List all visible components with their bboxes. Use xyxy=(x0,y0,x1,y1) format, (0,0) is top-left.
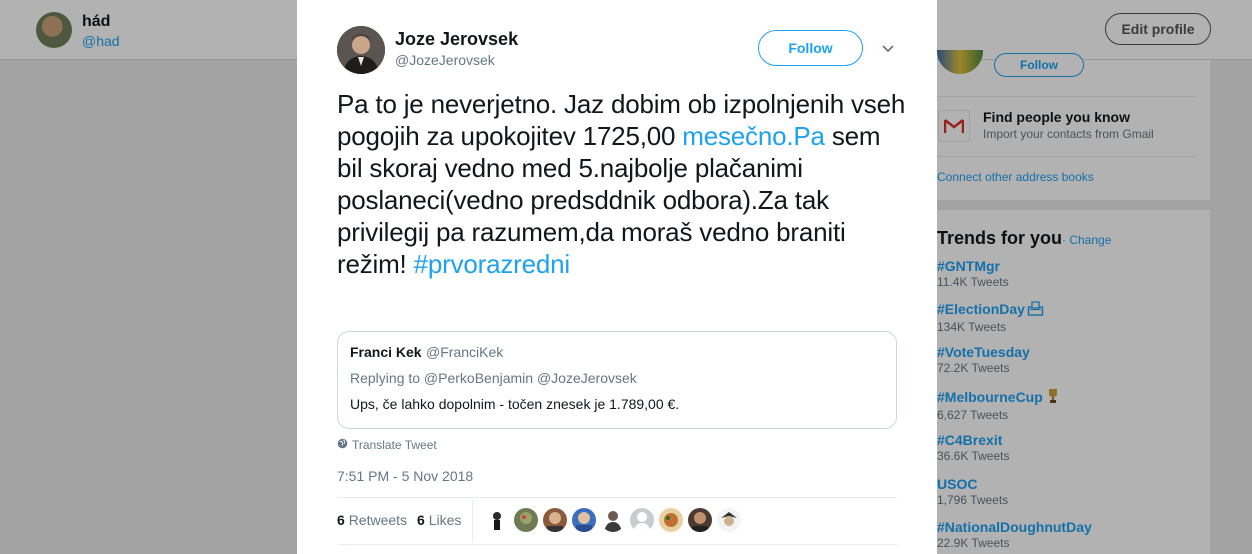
replying-to: Replying to @PerkoBenjamin @JozeJerovsek xyxy=(350,370,637,386)
quoted-text: Ups, če lahko dopolnim - točen znesek je… xyxy=(350,396,680,412)
author-avatar[interactable] xyxy=(337,26,385,74)
quoted-author-name: Franci Kek xyxy=(350,344,422,360)
retweets-count[interactable]: 6 Retweets xyxy=(337,512,407,528)
hashtag-link[interactable]: #prvorazredni xyxy=(414,249,571,279)
likers-avatars xyxy=(485,508,741,532)
tweet-timestamp[interactable]: 7:51 PM - 5 Nov 2018 xyxy=(337,468,473,484)
quoted-tweet[interactable]: Franci Kek @FranciKek Replying to @Perko… xyxy=(337,331,897,429)
liker-avatar[interactable] xyxy=(688,508,712,532)
follow-button[interactable]: Follow xyxy=(758,30,863,66)
quoted-author-handle: @FranciKek xyxy=(426,344,504,360)
divider xyxy=(337,497,897,498)
liker-avatar[interactable] xyxy=(514,508,538,532)
divider xyxy=(337,544,897,545)
quoted-author: Franci Kek @FranciKek xyxy=(350,344,884,362)
chevron-down-icon[interactable] xyxy=(881,41,895,55)
tweet-text: Pa to je neverjetno. Jaz dobim ob izpoln… xyxy=(337,89,906,279)
author-name[interactable]: Joze Jerovsek xyxy=(395,29,518,50)
liker-avatar[interactable] xyxy=(485,508,509,532)
author-handle[interactable]: @JozeJerovsek xyxy=(395,52,495,68)
translate-tweet-link[interactable]: Translate Tweet xyxy=(337,438,437,452)
liker-avatar[interactable] xyxy=(543,508,567,532)
liker-avatar[interactable] xyxy=(659,508,683,532)
divider xyxy=(472,500,473,542)
globe-icon xyxy=(337,438,348,452)
liker-avatar[interactable] xyxy=(601,508,625,532)
liker-avatar[interactable] xyxy=(572,508,596,532)
liker-avatar[interactable] xyxy=(630,508,654,532)
tweet-link[interactable]: mesečno.Pa xyxy=(682,121,825,151)
tweet-modal: Joze Jerovsek @JozeJerovsek Follow Pa to… xyxy=(297,0,937,554)
likes-count[interactable]: 6 Likes xyxy=(417,512,461,528)
liker-avatar[interactable] xyxy=(717,508,741,532)
